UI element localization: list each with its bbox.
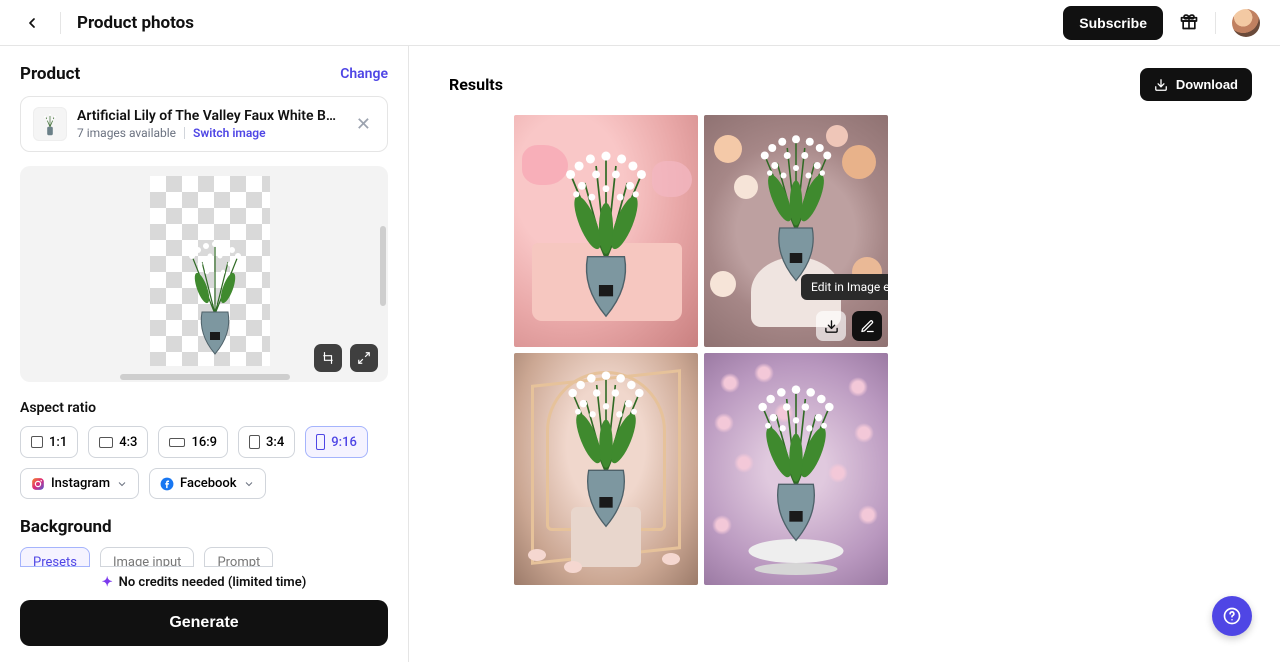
result-tile-1[interactable] (514, 115, 698, 347)
divider (184, 127, 185, 139)
generate-button[interactable]: Generate (20, 600, 388, 646)
close-icon[interactable]: ✕ (352, 114, 375, 135)
result-tile-3[interactable] (514, 353, 698, 585)
back-button[interactable] (20, 11, 44, 35)
background-tab-image-input[interactable]: Image input (100, 547, 195, 567)
aspect-label: 1:1 (49, 435, 67, 450)
images-available: 7 images available (77, 126, 176, 140)
aspect-label: 4:3 (119, 435, 137, 450)
vertical-scrollbar[interactable] (380, 226, 386, 306)
facebook-dropdown[interactable]: Facebook (149, 468, 266, 499)
product-title: Artificial Lily of The Valley Faux White… (77, 108, 342, 124)
edit-icon (860, 319, 875, 334)
aspect-4-3[interactable]: 4:3 (88, 426, 148, 458)
product-card: Artificial Lily of The Valley Faux White… (20, 96, 388, 152)
product-canvas[interactable] (20, 166, 388, 382)
download-label: Download (1176, 77, 1238, 92)
product-thumbnail (33, 107, 67, 141)
aspect-label: 9:16 (331, 435, 357, 450)
horizontal-scrollbar[interactable] (120, 374, 290, 380)
header: Product photos Subscribe (0, 0, 1280, 46)
tile-download-button[interactable] (816, 311, 846, 341)
avatar[interactable] (1232, 9, 1260, 37)
instagram-label: Instagram (51, 476, 110, 491)
switch-image-link[interactable]: Switch image (193, 126, 266, 140)
help-icon (1223, 607, 1241, 625)
aspect-3-4[interactable]: 3:4 (238, 426, 295, 458)
crop-button[interactable] (314, 344, 342, 372)
divider (1215, 12, 1216, 34)
subscribe-button[interactable]: Subscribe (1063, 6, 1163, 40)
expand-button[interactable] (350, 344, 378, 372)
change-link[interactable]: Change (340, 66, 388, 82)
help-fab[interactable] (1212, 596, 1252, 636)
divider (60, 12, 61, 34)
download-icon (824, 319, 839, 334)
canvas-product-image (180, 236, 250, 356)
background-tab-prompt[interactable]: Prompt (204, 547, 273, 567)
facebook-icon (160, 477, 174, 491)
crop-icon (321, 351, 335, 365)
left-panel: Product Change Artificial Lily of The Va… (0, 46, 409, 662)
download-all-button[interactable]: Download (1140, 68, 1252, 101)
chevron-down-icon (116, 478, 128, 490)
page-title: Product photos (77, 13, 194, 33)
result-tile-2[interactable]: Edit in Image editor (704, 115, 888, 347)
instagram-dropdown[interactable]: Instagram (20, 468, 139, 499)
instagram-icon (31, 477, 45, 491)
chevron-left-icon (24, 15, 40, 31)
edit-tooltip: Edit in Image editor (801, 274, 888, 300)
aspect-9-16[interactable]: 9:16 (305, 426, 368, 458)
background-section-label: Background (20, 517, 388, 537)
result-tile-4[interactable] (704, 353, 888, 585)
aspect-16-9[interactable]: 16:9 (158, 426, 228, 458)
gift-icon[interactable] (1179, 11, 1199, 35)
tile-edit-button[interactable]: Edit in Image editor (852, 311, 882, 341)
chevron-down-icon (243, 478, 255, 490)
download-icon (1154, 78, 1168, 92)
aspect-label: 16:9 (191, 435, 217, 450)
facebook-label: Facebook (180, 476, 237, 491)
results-title: Results (449, 75, 503, 94)
background-tab-presets[interactable]: Presets (20, 547, 90, 567)
credits-note: No credits needed (limited time) (119, 575, 307, 590)
sparkle-icon: ✦ (102, 575, 113, 590)
expand-icon (357, 351, 371, 365)
aspect-ratio-label: Aspect ratio (20, 400, 388, 416)
results-panel: Results Download (409, 46, 1280, 662)
aspect-1-1[interactable]: 1:1 (20, 426, 78, 458)
product-section-label: Product (20, 64, 80, 84)
aspect-label: 3:4 (266, 435, 284, 450)
